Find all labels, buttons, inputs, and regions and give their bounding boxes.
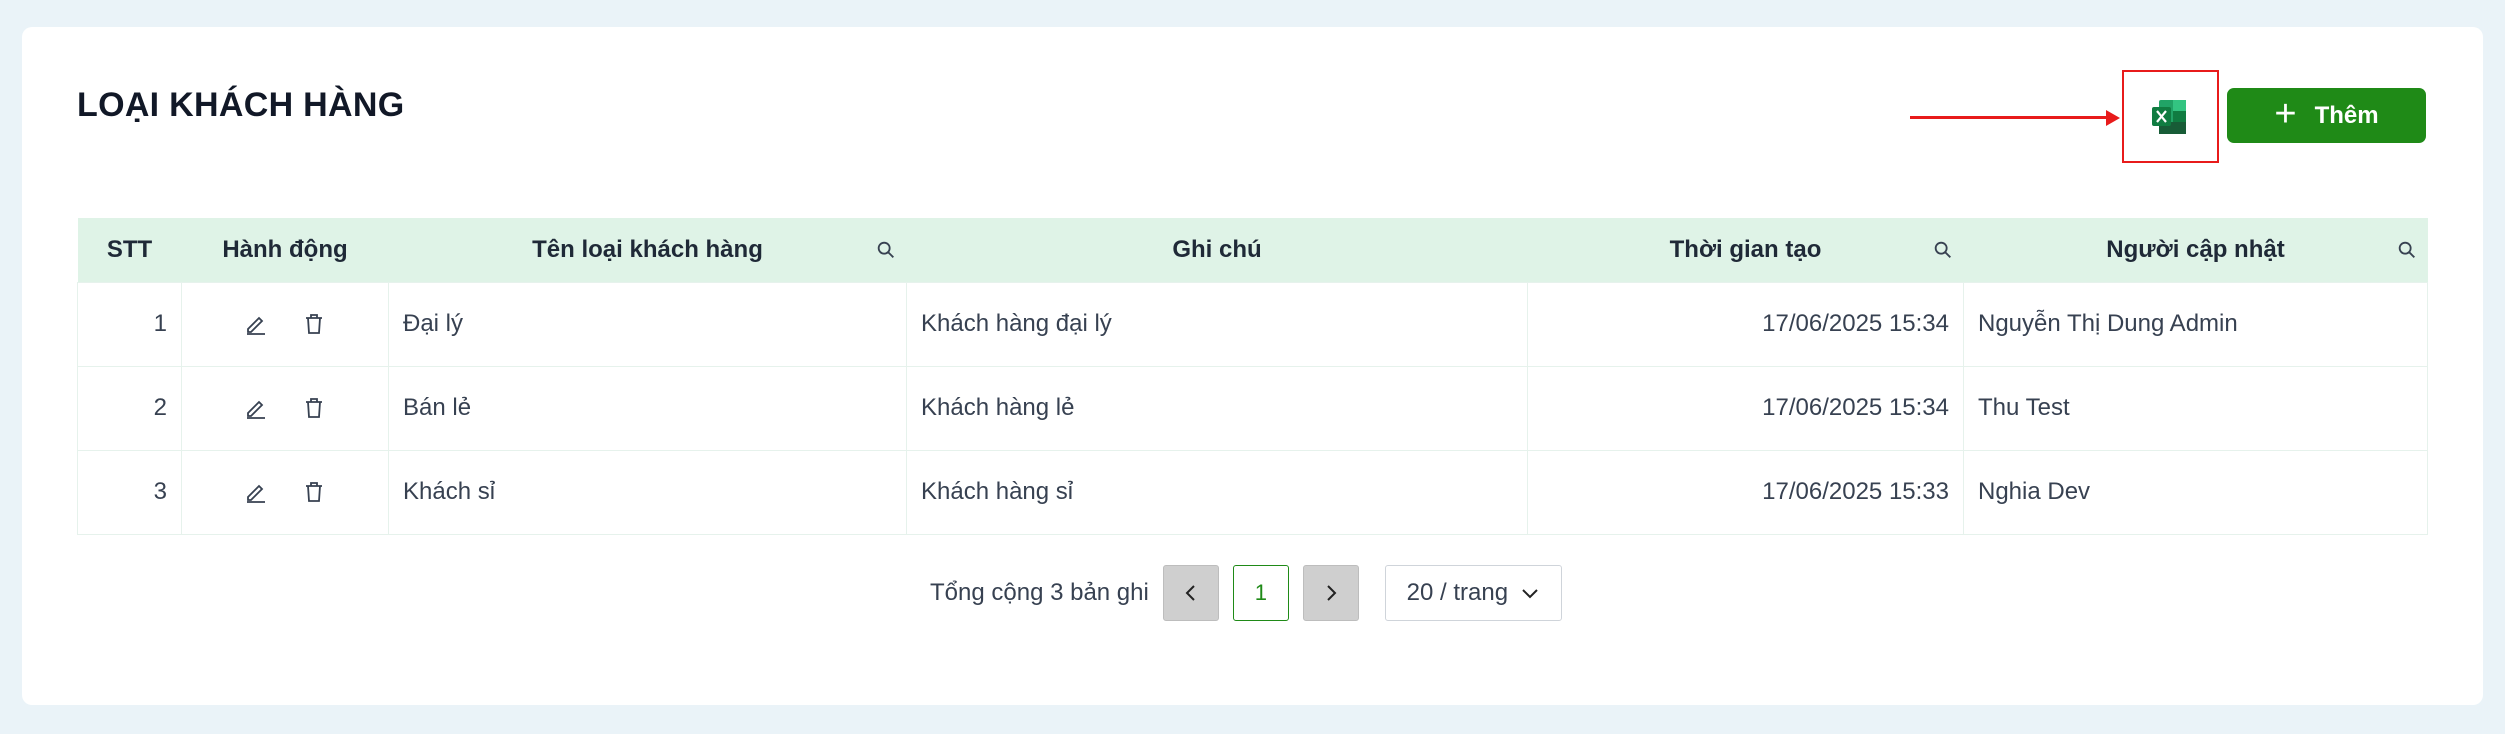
plus-icon: + (2274, 92, 2297, 135)
header-name-label: Tên loại khách hàng (532, 235, 763, 263)
cell-actions (181, 449, 389, 535)
table-header-row: STT Hành động Tên loại khách hàng Ghi ch… (77, 218, 2428, 282)
cell-stt: 1 (77, 281, 182, 367)
delete-icon[interactable] (302, 396, 326, 420)
annotation-arrow (1910, 116, 2108, 119)
add-button[interactable]: + Thêm (2227, 88, 2426, 143)
page-size-select[interactable]: 20 / trang (1384, 565, 1562, 621)
cell-name: Đại lý (388, 281, 907, 367)
export-excel-button[interactable] (2146, 94, 2192, 140)
header-created-label: Thời gian tạo (1669, 235, 1822, 263)
page-1-button[interactable]: 1 (1232, 565, 1289, 621)
cell-name: Bán lẻ (388, 365, 907, 451)
delete-icon[interactable] (302, 312, 326, 336)
cell-updater: Nguyễn Thị Dung Admin (1963, 281, 2428, 367)
prev-page-button[interactable] (1162, 565, 1219, 621)
header-note: Ghi chú (906, 218, 1528, 282)
next-page-button[interactable] (1302, 565, 1359, 621)
chevron-left-icon (1185, 585, 1195, 601)
page-title: LOẠI KHÁCH HÀNG (77, 86, 405, 124)
cell-updater: Nghia Dev (1963, 449, 2428, 535)
edit-icon[interactable] (244, 396, 268, 420)
header-actions: Hành động (181, 218, 389, 282)
cell-name: Khách sỉ (388, 449, 907, 535)
pagination: Tổng cộng 3 bản ghi 1 20 / trang (930, 564, 1562, 622)
customer-type-table: STT Hành động Tên loại khách hàng Ghi ch… (77, 218, 2428, 535)
cell-note: Khách hàng sỉ (906, 449, 1528, 535)
cell-stt: 3 (77, 449, 182, 535)
excel-icon (2152, 100, 2186, 134)
cell-actions (181, 281, 389, 367)
chevron-down-icon (1522, 589, 1538, 599)
search-icon[interactable] (875, 239, 897, 261)
header-updater-label: Người cập nhật (2106, 235, 2285, 263)
cell-stt: 2 (77, 365, 182, 451)
cell-note: Khách hàng đại lý (906, 281, 1528, 367)
annotation-arrowhead (2106, 110, 2120, 126)
add-button-label: Thêm (2314, 101, 2379, 129)
edit-icon[interactable] (244, 312, 268, 336)
chevron-right-icon (1327, 585, 1337, 601)
search-icon[interactable] (2396, 239, 2418, 261)
header-created: Thời gian tạo (1527, 218, 1964, 282)
table-row: 2 Bán lẻ Khách hàng lẻ 17/06/2025 15:34 … (77, 365, 2428, 451)
edit-icon[interactable] (244, 480, 268, 504)
cell-actions (181, 365, 389, 451)
header-updater: Người cập nhật (1963, 218, 2428, 282)
header-name: Tên loại khách hàng (388, 218, 907, 282)
cell-note: Khách hàng lẻ (906, 365, 1528, 451)
cell-created: 17/06/2025 15:34 (1527, 281, 1964, 367)
table-row: 1 Đại lý Khách hàng đại lý 17/06/2025 15… (77, 281, 2428, 367)
search-icon[interactable] (1932, 239, 1954, 261)
cell-created: 17/06/2025 15:34 (1527, 365, 1964, 451)
page-size-value: 20 / trang (1406, 579, 1509, 606)
delete-icon[interactable] (302, 480, 326, 504)
table-row: 3 Khách sỉ Khách hàng sỉ 17/06/2025 15:3… (77, 449, 2428, 535)
header-stt: STT (77, 218, 182, 282)
pagination-total: Tổng cộng 3 bản ghi (930, 579, 1149, 606)
cell-created: 17/06/2025 15:33 (1527, 449, 1964, 535)
cell-updater: Thu Test (1963, 365, 2428, 451)
